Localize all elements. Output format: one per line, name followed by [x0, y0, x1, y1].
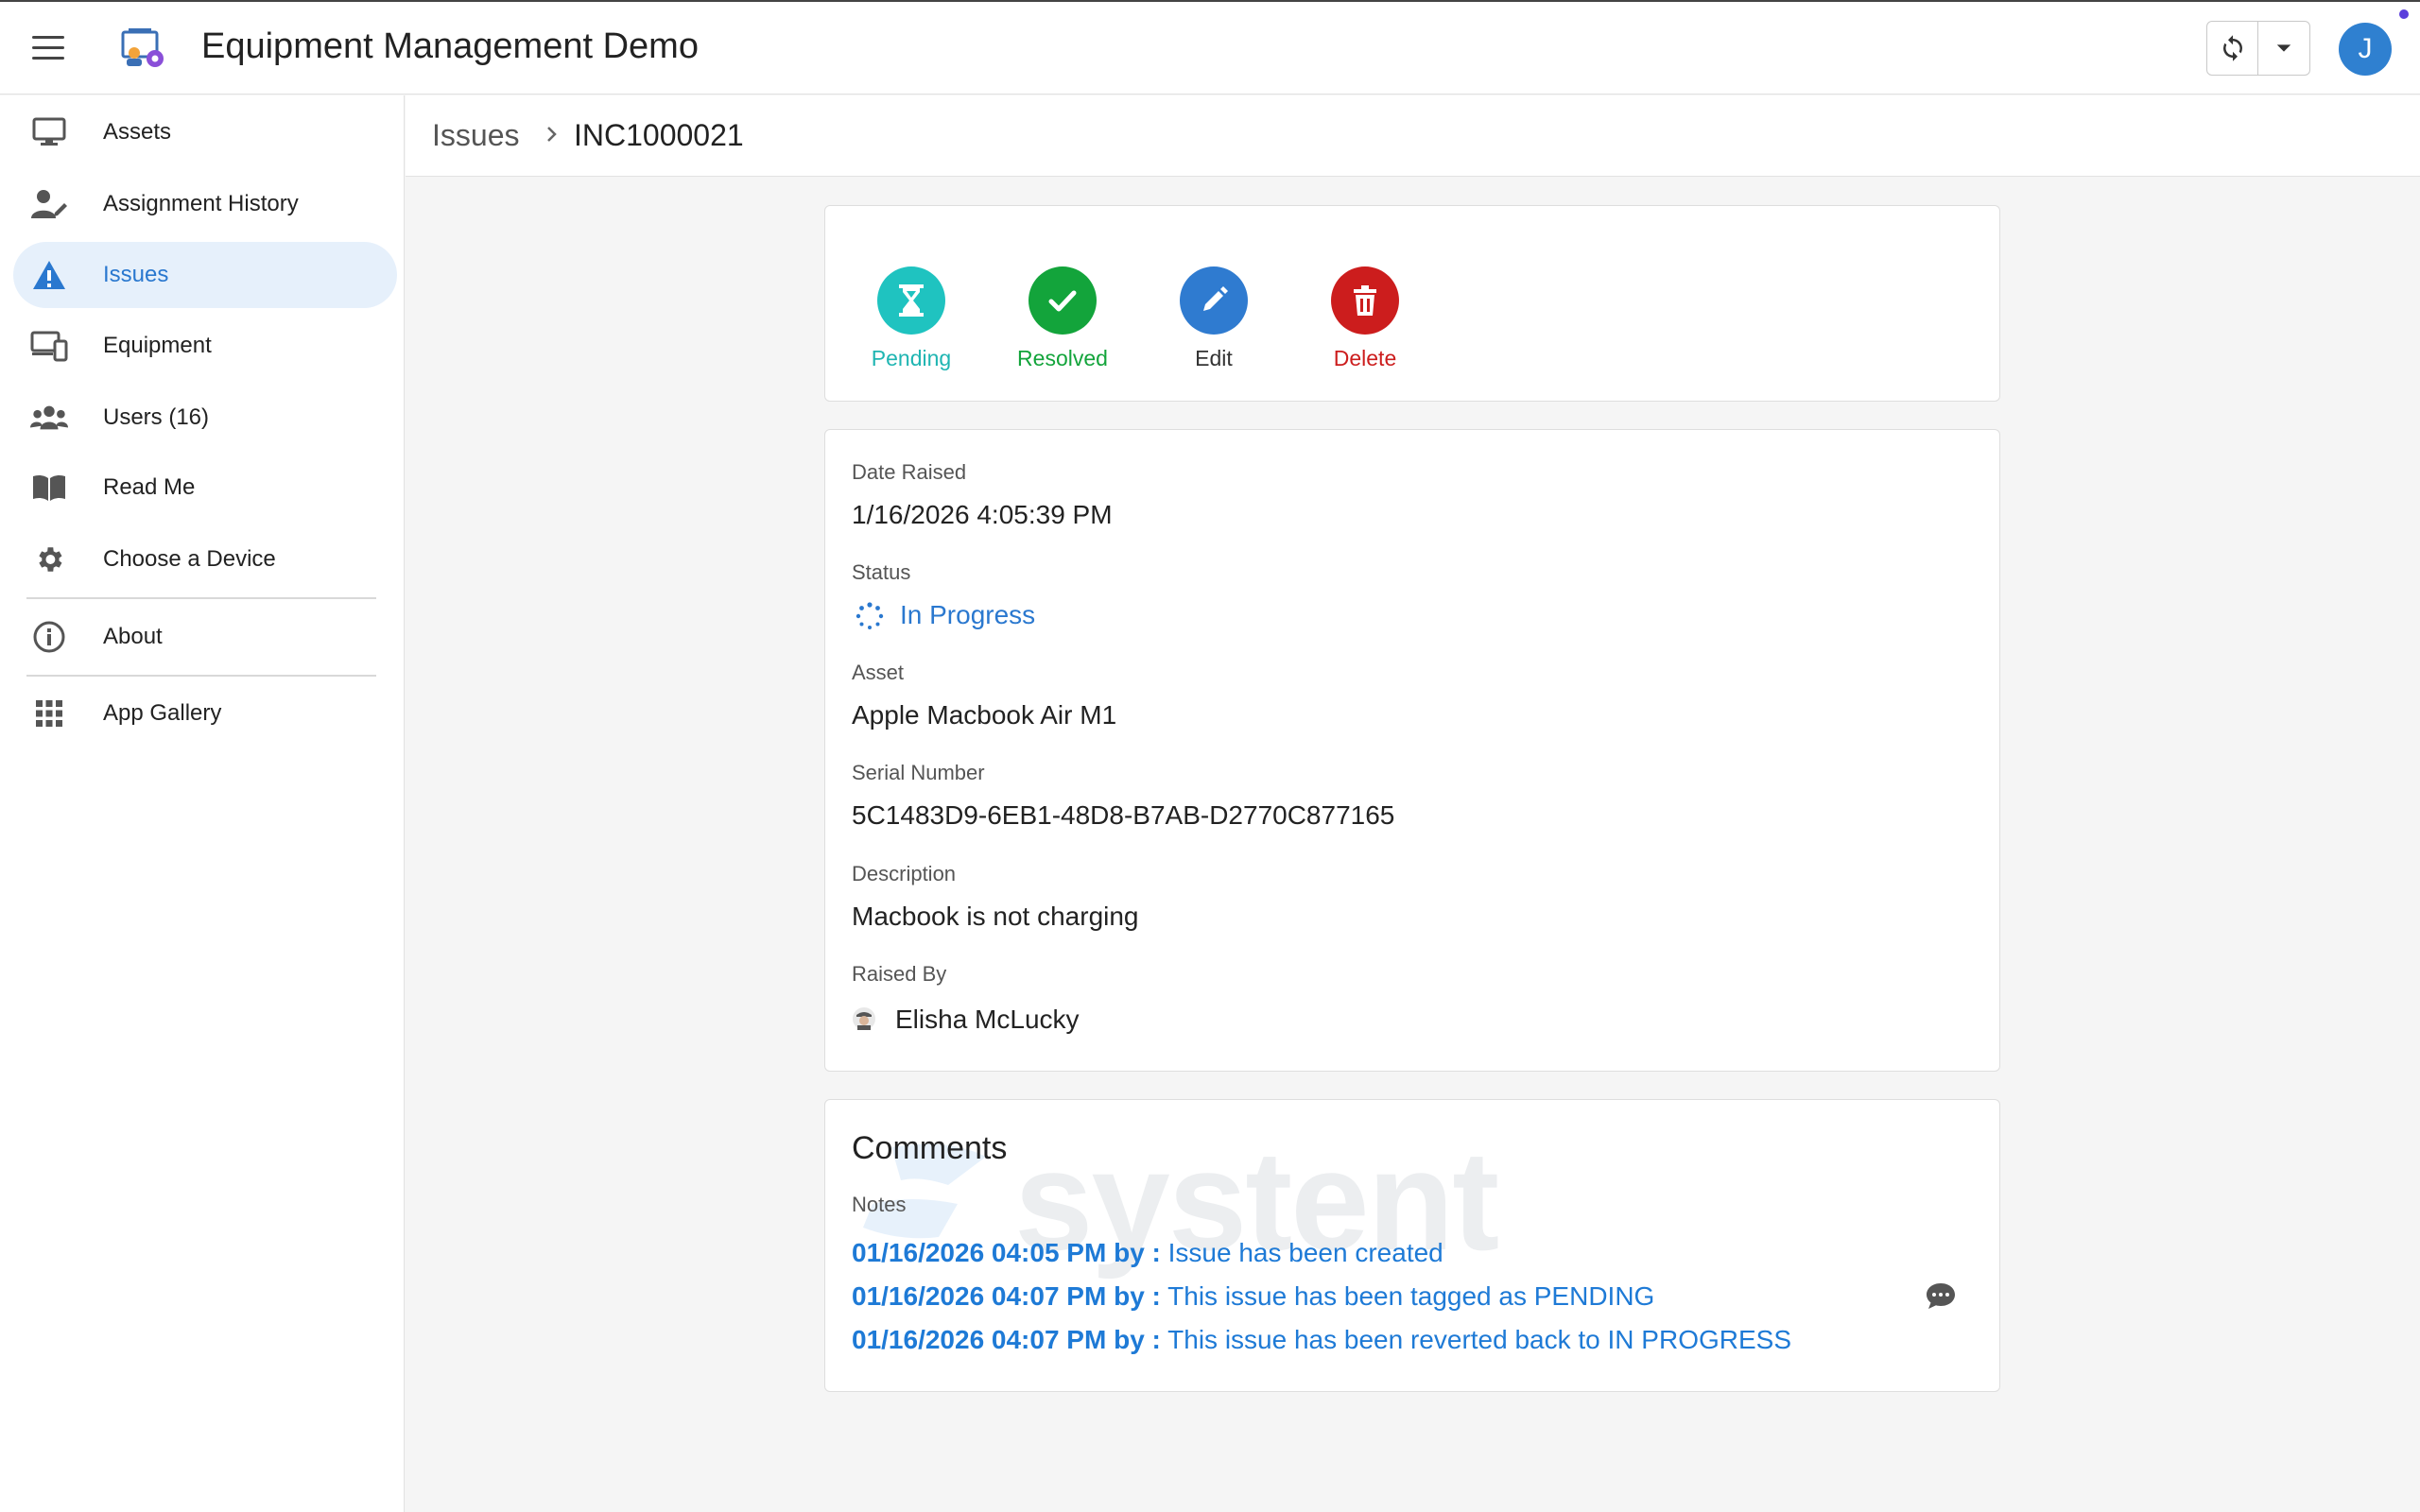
sidebar-item-label: Read Me — [103, 474, 196, 500]
monitor-icon — [30, 113, 68, 151]
sidebar-item-about[interactable]: About — [13, 604, 397, 670]
sidebar-item-label: Users (16) — [103, 404, 210, 430]
notes-label: Notes — [852, 1193, 907, 1216]
issue-details-card: Date Raised 1/16/2026 4:05:39 PM Status … — [824, 429, 2000, 1072]
delete-button[interactable]: Delete — [1308, 266, 1422, 371]
sidebar-item-equipment[interactable]: Equipment — [13, 313, 397, 379]
note-timestamp: 01/16/2026 04:07 PM by : — [852, 1325, 1161, 1354]
sidebar-item-assignment-history[interactable]: Assignment History — [13, 171, 397, 237]
actions-card: Pending Resolved Edit Delete — [824, 205, 2000, 402]
note-item: 01/16/2026 04:05 PM by : Issue has been … — [852, 1238, 1443, 1268]
raised-by-value: Elisha McLucky — [895, 1005, 1080, 1034]
sidebar-item-label: Assignment History — [103, 191, 299, 216]
app-title: Equipment Management Demo — [201, 26, 699, 66]
sidebar: Assets Assignment History Issues Equipme… — [0, 95, 405, 1512]
users-icon — [30, 399, 68, 437]
warning-icon — [30, 256, 68, 294]
trash-icon — [1331, 266, 1399, 335]
serial-number-value: 5C1483D9-6EB1-48D8-B7AB-D2770C877165 — [852, 800, 1395, 830]
asset-label: Asset — [852, 661, 905, 684]
comments-title: Comments — [852, 1130, 1008, 1166]
sidebar-item-read-me[interactable]: Read Me — [13, 455, 397, 521]
sidebar-item-label: Choose a Device — [103, 546, 276, 572]
resolved-button[interactable]: Resolved — [1006, 266, 1119, 371]
status-label: Status — [852, 560, 911, 584]
raised-by-avatar — [853, 1007, 875, 1030]
sidebar-item-choose-device[interactable]: Choose a Device — [13, 526, 397, 593]
sidebar-item-label: Assets — [103, 119, 172, 145]
caret-down-icon — [2276, 44, 2291, 52]
sidebar-item-app-gallery[interactable]: App Gallery — [13, 680, 397, 747]
app-header: Equipment Management Demo J — [0, 0, 2420, 94]
check-icon — [1028, 266, 1097, 335]
app-logo — [121, 28, 164, 67]
user-edit-icon — [30, 185, 68, 223]
sidebar-item-users[interactable]: Users (16) — [13, 385, 397, 451]
sidebar-divider — [26, 597, 376, 599]
note-timestamp: 01/16/2026 04:05 PM by : — [852, 1238, 1161, 1267]
description-value: Macbook is not charging — [852, 902, 1139, 931]
hourglass-icon — [877, 266, 945, 335]
serial-number-label: Serial Number — [852, 761, 985, 784]
sidebar-item-assets[interactable]: Assets — [13, 99, 397, 165]
sidebar-item-label: About — [103, 624, 163, 649]
sync-button[interactable] — [2207, 22, 2259, 75]
sidebar-item-label: Equipment — [103, 333, 212, 358]
pending-label: Pending — [871, 346, 952, 370]
sync-button-group — [2206, 21, 2310, 76]
sync-dropdown-button[interactable] — [2258, 22, 2309, 75]
note-text: Issue has been created — [1167, 1238, 1443, 1267]
resolved-label: Resolved — [1017, 346, 1108, 370]
sidebar-item-issues[interactable]: Issues — [13, 242, 397, 308]
note-text: This issue has been tagged as PENDING — [1167, 1281, 1655, 1311]
sidebar-item-label: Issues — [103, 262, 169, 287]
edit-button[interactable]: Edit — [1157, 266, 1270, 371]
user-avatar[interactable]: J — [2339, 23, 2392, 76]
chevron-right-icon — [547, 127, 557, 142]
edit-label: Edit — [1195, 346, 1233, 370]
note-item: 01/16/2026 04:07 PM by : This issue has … — [852, 1281, 1654, 1312]
delete-label: Delete — [1333, 346, 1397, 370]
devices-icon — [30, 327, 68, 365]
info-icon — [30, 618, 68, 656]
breadcrumb-issues-link[interactable]: Issues — [432, 118, 519, 153]
asset-value: Apple Macbook Air M1 — [852, 700, 1117, 730]
pencil-icon — [1180, 266, 1248, 335]
sidebar-divider — [26, 675, 376, 677]
comments-card: systent Comments Notes 01/16/2026 04:05 … — [824, 1099, 2000, 1392]
status-value: In Progress — [900, 600, 1036, 629]
gear-icon — [30, 541, 68, 578]
menu-icon[interactable] — [32, 36, 64, 60]
raised-by-label: Raised By — [852, 962, 947, 986]
spinner-icon — [856, 602, 884, 629]
note-timestamp: 01/16/2026 04:07 PM by : — [852, 1281, 1161, 1311]
date-raised-label: Date Raised — [852, 460, 967, 484]
grid-icon — [30, 695, 68, 732]
note-text: This issue has been reverted back to IN … — [1167, 1325, 1792, 1354]
note-item: 01/16/2026 04:07 PM by : This issue has … — [852, 1325, 1791, 1355]
breadcrumb: Issues INC1000021 — [406, 95, 2420, 177]
date-raised-value: 1/16/2026 4:05:39 PM — [852, 500, 1113, 529]
breadcrumb-current: INC1000021 — [574, 118, 744, 152]
notification-dot — [2399, 9, 2409, 19]
sync-icon — [2222, 35, 2242, 61]
pending-button[interactable]: Pending — [855, 266, 968, 371]
book-icon — [30, 469, 68, 507]
description-label: Description — [852, 862, 957, 885]
sidebar-item-label: App Gallery — [103, 700, 222, 726]
comment-icon[interactable] — [1924, 1280, 1958, 1314]
